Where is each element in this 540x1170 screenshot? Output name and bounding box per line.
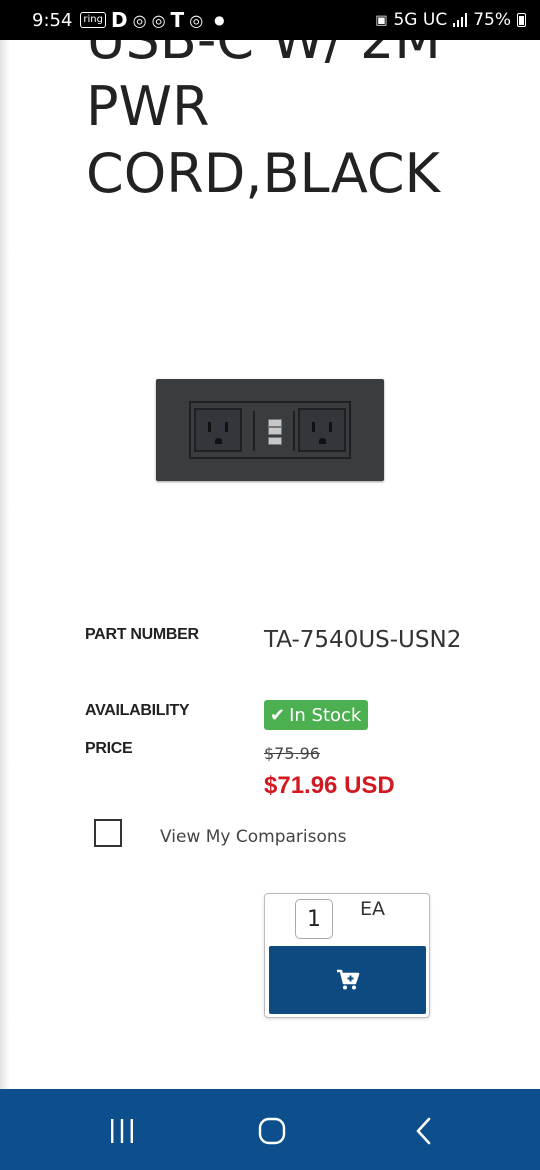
- availability-value: In Stock: [289, 704, 362, 726]
- availability-label: AVAILABILITY: [85, 702, 190, 719]
- recent-apps-icon: [111, 1119, 133, 1143]
- back-button[interactable]: [394, 1111, 454, 1151]
- product-image[interactable]: [156, 379, 384, 481]
- status-time: 9:54: [32, 9, 73, 31]
- cart-plus-icon: [336, 969, 359, 990]
- part-number-value: TA-7540US-USN2: [264, 627, 462, 653]
- unit-of-measure: EA: [360, 898, 386, 920]
- product-title-line: CORD,BLACK: [86, 142, 440, 205]
- back-icon: [416, 1117, 431, 1145]
- add-to-cart-panel: 1 EA: [264, 893, 430, 1018]
- compare-checkbox[interactable]: [94, 819, 122, 847]
- ac-socket-left: [194, 408, 242, 452]
- part-number-label: PART NUMBER: [85, 626, 199, 643]
- product-title: USB-C W/ 2M PWR CORD,BLACK: [86, 6, 506, 207]
- usb-ports: [253, 411, 295, 451]
- ac-socket-right: [298, 408, 346, 452]
- product-title-line: USB-C W/ 2M: [86, 8, 441, 71]
- original-price: $75.96: [264, 744, 320, 763]
- battery-icon: [517, 13, 526, 27]
- product-title-line: PWR: [86, 75, 210, 138]
- page-edge-shadow: [0, 40, 10, 1090]
- outlet-faceplate: [189, 401, 351, 459]
- android-nav-bar: [0, 1089, 540, 1170]
- view-comparisons-link[interactable]: View My Comparisons: [160, 827, 347, 847]
- home-button[interactable]: [242, 1111, 302, 1151]
- home-icon: [258, 1117, 286, 1145]
- sale-price: $71.96 USD: [264, 772, 395, 799]
- add-to-cart-button[interactable]: [269, 946, 426, 1014]
- in-stock-badge: ✔ In Stock: [264, 700, 369, 730]
- price-label: PRICE: [85, 740, 133, 757]
- quantity-input[interactable]: 1: [295, 899, 333, 939]
- check-icon: ✔: [270, 704, 286, 726]
- recent-apps-button[interactable]: [92, 1111, 152, 1151]
